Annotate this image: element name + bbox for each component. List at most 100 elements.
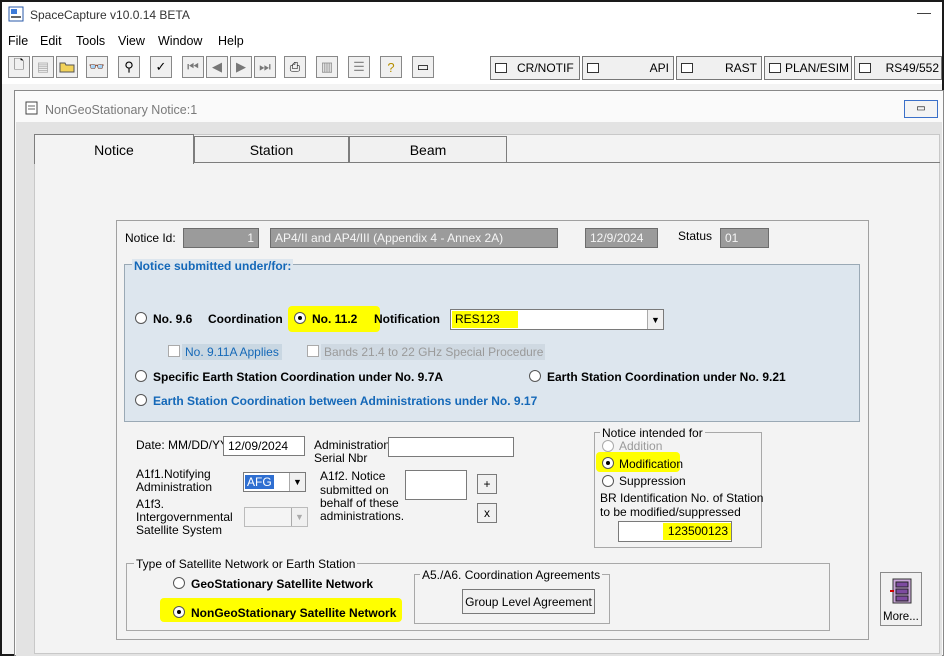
a1f1-combo[interactable]: AFG ▼ xyxy=(243,472,306,492)
menu-window[interactable]: Window xyxy=(158,34,202,48)
printer-icon[interactable]: ⎙ xyxy=(284,56,306,78)
cabinet-icon xyxy=(890,577,914,608)
print-preview-icon[interactable]: ▤ xyxy=(32,56,54,78)
chevron-down-icon[interactable]: ▼ xyxy=(647,310,663,329)
a1f3-label-2: Intergovernmental xyxy=(136,510,233,524)
radio-modification[interactable] xyxy=(602,457,614,469)
radio-specific-earth-station[interactable] xyxy=(135,370,147,382)
bands-label: Bands 21.4 to 22 GHz Special Procedure xyxy=(321,344,545,360)
admin-serial-label: Administration xyxy=(314,438,391,452)
window-icon[interactable]: ▭ xyxy=(412,56,434,78)
geostationary-label: GeoStationary Satellite Network xyxy=(191,577,374,591)
status-field: 01 xyxy=(720,228,769,248)
toolbar: 🗋 ▤ 👓 ⚲ ✓ ⏮ ◀ ▶ ⏭ ⎙ ▥ ☰ ? ▭ CR/NOTIF API… xyxy=(2,54,942,82)
form-icon xyxy=(587,63,599,73)
radio-nongeostationary[interactable] xyxy=(173,606,185,618)
a1f1-label: A1f1.Notifying xyxy=(136,467,211,481)
menu-tools[interactable]: Tools xyxy=(76,34,105,48)
coordination-agreements-legend: A5./A6. Coordination Agreements xyxy=(420,568,603,582)
app-icon xyxy=(8,6,24,22)
group-level-agreement-button[interactable]: Group Level Agreement xyxy=(462,589,595,614)
notice-document-icon xyxy=(24,100,40,116)
minimize-button[interactable]: — xyxy=(914,4,934,24)
radio-no-11-2[interactable] xyxy=(294,312,306,324)
tab-label: API xyxy=(649,61,669,75)
radio-no-9-6[interactable] xyxy=(135,312,147,324)
notification-combo[interactable]: RES123 ▼ xyxy=(450,309,664,330)
notification-label: Notification xyxy=(374,312,440,326)
submitted-under-legend: Notice submitted under/for: xyxy=(132,259,294,273)
a1f3-combo[interactable]: ▼ xyxy=(244,507,308,527)
earth-station-9-21-label: Earth Station Coordination under No. 9.2… xyxy=(547,370,786,384)
add-admin-button[interactable]: + xyxy=(477,474,497,494)
layers-icon[interactable]: ☰ xyxy=(348,56,370,78)
chevron-down-icon[interactable]: ▼ xyxy=(291,508,307,526)
br-id-field[interactable]: 123500123 xyxy=(618,521,732,542)
remove-admin-button[interactable]: x xyxy=(477,503,497,523)
app-title: SpaceCapture v10.0.14 BETA xyxy=(30,8,190,22)
last-record-icon[interactable]: ⏭ xyxy=(254,56,276,78)
more-button[interactable]: More... xyxy=(880,572,922,626)
notice-id-label: Notice Id: xyxy=(125,231,176,245)
check-icon[interactable]: ✓ xyxy=(150,56,172,78)
child-minimize-button[interactable]: ▭ xyxy=(904,100,938,118)
admin-serial-field[interactable] xyxy=(388,437,514,457)
menu-file[interactable]: File xyxy=(8,34,28,48)
coordination-label: Coordination xyxy=(208,312,283,326)
tab-notice[interactable]: Notice xyxy=(34,134,194,164)
checkbox-bands[interactable] xyxy=(307,345,319,357)
next-record-icon[interactable]: ▶ xyxy=(230,56,252,78)
toolbar-tab-rast[interactable]: RAST xyxy=(676,56,762,80)
new-icon[interactable]: 🗋 xyxy=(8,56,30,78)
br-id-label: BR Identification No. of Station xyxy=(600,491,764,505)
radio-earth-station-9-17[interactable] xyxy=(135,394,147,406)
br-id-value: 123500123 xyxy=(663,523,731,540)
toolbar-tab-crnotif[interactable]: CR/NOTIF xyxy=(490,56,580,80)
a1f2-label: A1f2. Notice xyxy=(320,469,386,483)
radio-geostationary[interactable] xyxy=(173,577,185,589)
checkbox-9-11a[interactable] xyxy=(168,345,180,357)
nongeostationary-label: NonGeoStationary Satellite Network xyxy=(191,606,397,620)
notice-date-field: 12/9/2024 xyxy=(585,228,658,248)
glasses-icon[interactable]: 👓 xyxy=(86,56,108,78)
a1f3-label-3: Satellite System xyxy=(136,523,223,537)
toolbar-tab-rs49[interactable]: RS49/552 xyxy=(854,56,942,80)
date-label: Date: MM/DD/YY xyxy=(136,438,224,452)
form-icon xyxy=(681,63,693,73)
date-field[interactable]: 12/09/2024 xyxy=(223,436,305,456)
status-label: Status xyxy=(678,229,713,243)
chevron-down-icon[interactable]: ▼ xyxy=(289,473,305,491)
notification-value: RES123 xyxy=(452,311,518,328)
form-icon xyxy=(769,63,781,73)
tab-label: CR/NOTIF xyxy=(517,61,574,75)
a1f2-list[interactable] xyxy=(405,470,467,500)
toolbar-tab-planesim[interactable]: PLAN/ESIM xyxy=(764,56,852,80)
tab-beam[interactable]: Beam xyxy=(349,136,507,163)
network-type-legend: Type of Satellite Network or Earth Stati… xyxy=(134,557,358,571)
modification-label: Modification xyxy=(619,457,684,471)
toolbar-tab-api[interactable]: API xyxy=(582,56,674,80)
binoculars-icon[interactable]: ⚲ xyxy=(118,56,140,78)
radio-suppression[interactable] xyxy=(602,475,614,487)
help-question-icon[interactable]: ? xyxy=(380,56,402,78)
prev-record-icon[interactable]: ◀ xyxy=(206,56,228,78)
export-icon[interactable]: ▥ xyxy=(316,56,338,78)
tab-station[interactable]: Station xyxy=(194,136,349,163)
first-record-icon[interactable]: ⏮ xyxy=(182,56,204,78)
a1f1-value: AFG xyxy=(245,475,274,489)
menu-help[interactable]: Help xyxy=(218,34,244,48)
tab-label: RS49/552 xyxy=(885,61,939,75)
radio-earth-station-9-21[interactable] xyxy=(529,370,541,382)
suppression-label: Suppression xyxy=(619,474,686,488)
tab-label: RAST xyxy=(724,61,757,75)
more-label: More... xyxy=(883,611,919,623)
menu-edit[interactable]: Edit xyxy=(40,34,62,48)
no-9-11a-label: No. 9.11A Applies xyxy=(182,344,282,360)
admin-serial-label-2: Serial Nbr xyxy=(314,451,368,465)
open-folder-icon[interactable] xyxy=(56,56,78,78)
radio-addition[interactable] xyxy=(602,440,614,452)
addition-label: Addition xyxy=(619,439,663,453)
menu-view[interactable]: View xyxy=(118,34,145,48)
form-icon xyxy=(859,63,871,73)
tab-label: PLAN/ESIM xyxy=(785,61,850,75)
